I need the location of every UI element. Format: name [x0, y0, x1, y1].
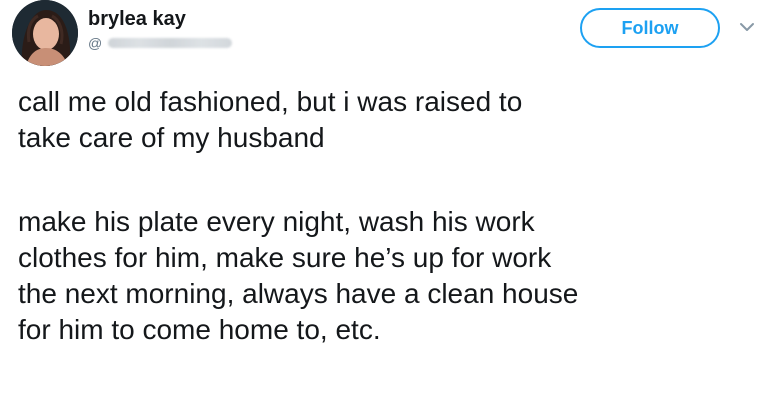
tweet-line-5: the next morning, always have a clean ho…: [18, 278, 579, 309]
tweet-line-6: for him to come home to, etc.: [18, 314, 381, 345]
tweet-line-3: make his plate every night, wash his wor…: [18, 206, 535, 237]
follow-button-label: Follow: [621, 17, 679, 38]
user-avatar-icon: [12, 0, 78, 66]
tweet-line-1: call me old fashioned, but i was raised …: [18, 86, 523, 117]
avatar[interactable]: [12, 0, 78, 66]
display-name[interactable]: brylea kay: [88, 8, 186, 31]
more-options-button[interactable]: [734, 14, 760, 40]
follow-button[interactable]: Follow: [580, 8, 720, 48]
chevron-down-icon: [740, 23, 754, 31]
blurred-handle: [108, 38, 233, 48]
tweet-text: call me old fashioned, but i was raised …: [18, 84, 758, 348]
tweet-line-4: clothes for him, make sure he’s up for w…: [18, 242, 552, 273]
handle-at: @: [88, 35, 103, 51]
tweet-line-2: take care of my husband: [18, 122, 325, 153]
username-row: @: [88, 35, 233, 51]
